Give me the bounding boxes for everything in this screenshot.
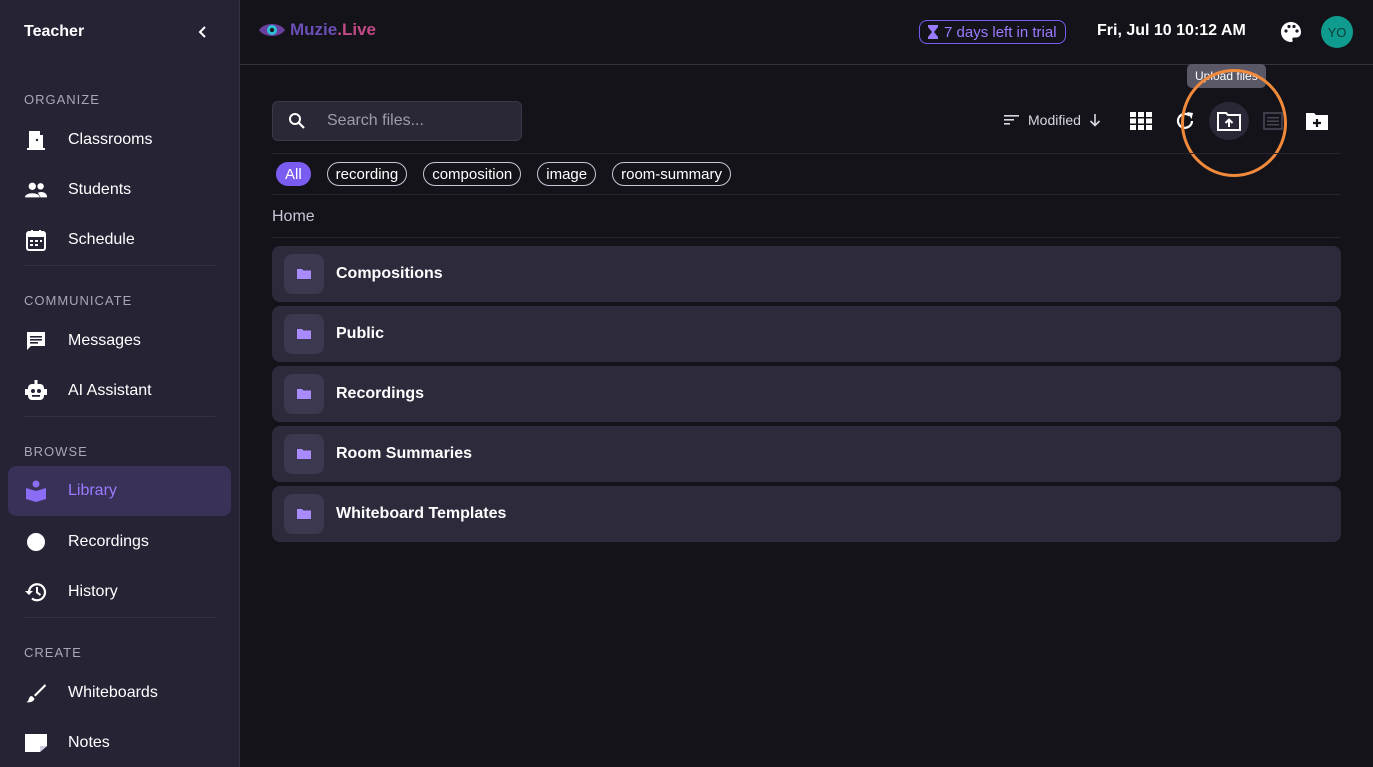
chevron-left-icon	[198, 26, 206, 38]
breadcrumb[interactable]: Home	[272, 208, 315, 226]
folder-row[interactable]: Whiteboard Templates	[272, 486, 1341, 542]
filter-chips: All recording composition image room-sum…	[276, 162, 731, 186]
note-icon	[24, 731, 48, 755]
sidebar-item-notes[interactable]: Notes	[0, 718, 239, 767]
upload-tooltip: Upload files	[1187, 64, 1266, 88]
history-icon	[24, 580, 48, 604]
folder-name: Public	[336, 325, 385, 342]
sort-label: Modified	[1028, 112, 1081, 128]
sort-button[interactable]: Modified	[1004, 112, 1101, 128]
sidebar-item-classrooms[interactable]: Classrooms	[0, 115, 239, 165]
section-browse: BROWSE	[24, 444, 88, 459]
sidebar-item-library[interactable]: Library	[8, 466, 231, 516]
section-organize: ORGANIZE	[24, 92, 100, 107]
section-create: CREATE	[24, 645, 82, 660]
sidebar-item-label: Recordings	[68, 533, 149, 550]
new-folder-button[interactable]	[1304, 108, 1330, 134]
folder-name: Recordings	[336, 385, 425, 402]
sidebar-item-students[interactable]: Students	[0, 165, 239, 215]
folder-row[interactable]: Room Summaries	[272, 426, 1341, 482]
trial-text: 7 days left in trial	[944, 23, 1057, 41]
sidebar-item-label: Whiteboards	[68, 684, 158, 701]
people-icon	[24, 178, 48, 202]
grid-view-button[interactable]	[1128, 108, 1154, 134]
folder-row[interactable]: Compositions	[272, 246, 1341, 302]
divider	[272, 237, 1341, 238]
sidebar-item-label: Schedule	[68, 231, 135, 248]
calendar-icon	[24, 228, 48, 252]
sidebar-item-messages[interactable]: Messages	[0, 316, 239, 366]
folder-name: Whiteboard Templates	[336, 505, 507, 522]
sidebar-item-schedule[interactable]: Schedule	[0, 215, 239, 265]
sidebar-item-recordings[interactable]: Recordings	[0, 517, 239, 567]
search-icon	[289, 113, 305, 129]
list-icon	[1263, 112, 1283, 130]
search-input[interactable]	[327, 112, 507, 130]
section-communicate: COMMUNICATE	[24, 293, 133, 308]
divider	[272, 194, 1341, 195]
message-icon	[24, 329, 48, 353]
grid-icon	[1130, 112, 1152, 130]
filter-chip-recording[interactable]: recording	[326, 162, 408, 186]
filter-chip-composition[interactable]: composition	[423, 162, 522, 186]
folder-icon	[284, 374, 324, 414]
folder-add-icon	[1306, 113, 1328, 130]
door-icon	[24, 128, 48, 152]
sidebar-item-label: AI Assistant	[68, 382, 152, 399]
refresh-icon	[1176, 112, 1194, 129]
sidebar-item-label: Messages	[68, 332, 141, 349]
logo-text-secondary: .Live	[337, 20, 376, 39]
sidebar-title: Teacher	[24, 23, 85, 40]
sidebar-item-history[interactable]: History	[0, 567, 239, 617]
sidebar-item-label: Library	[68, 482, 117, 499]
upload-files-button[interactable]	[1216, 108, 1242, 134]
trial-badge[interactable]: 7 days left in trial	[919, 20, 1066, 44]
sidebar-item-label: Notes	[68, 734, 110, 751]
avatar[interactable]: YO	[1321, 16, 1353, 48]
date-time: Fri, Jul 10 10:12 AM	[1097, 22, 1246, 39]
app-logo[interactable]: Muzie .Live	[258, 20, 376, 40]
sidebar-item-label: History	[68, 583, 118, 600]
folder-row[interactable]: Public	[272, 306, 1341, 362]
theme-palette-button[interactable]	[1280, 21, 1302, 43]
sidebar: Teacher ORGANIZE Classrooms Students Sch…	[0, 0, 240, 767]
divider	[272, 153, 1341, 154]
folder-icon	[284, 434, 324, 474]
refresh-button[interactable]	[1172, 108, 1198, 134]
sidebar-item-whiteboards[interactable]: Whiteboards	[0, 668, 239, 718]
arrow-down-icon	[1089, 114, 1100, 127]
folder-row[interactable]: Recordings	[272, 366, 1341, 422]
filter-chip-all[interactable]: All	[276, 162, 311, 186]
folder-icon	[284, 494, 324, 534]
sidebar-header: Teacher	[0, 0, 239, 64]
hourglass-icon	[928, 25, 938, 39]
sidebar-item-label: Classrooms	[68, 131, 153, 148]
library-icon	[24, 479, 48, 503]
list-view-button[interactable]	[1260, 108, 1286, 134]
sidebar-item-label: Students	[68, 181, 132, 198]
eye-logo-icon	[259, 24, 285, 36]
folder-icon	[284, 254, 324, 294]
folder-name: Room Summaries	[336, 445, 473, 462]
folder-upload-icon	[1217, 112, 1241, 131]
sort-icon	[1004, 115, 1019, 125]
top-bar: Muzie .Live 7 days left in trial Fri, Jul…	[240, 0, 1373, 65]
palette-icon	[1281, 22, 1301, 42]
logo-text-primary: Muzie	[290, 20, 338, 39]
folder-icon	[284, 314, 324, 354]
brush-icon	[24, 681, 48, 705]
robot-icon	[24, 379, 48, 403]
folder-name: Compositions	[336, 265, 443, 282]
filter-chip-room-summary[interactable]: room-summary	[612, 162, 731, 186]
collapse-sidebar-button[interactable]	[191, 20, 215, 44]
sidebar-item-ai-assistant[interactable]: AI Assistant	[0, 366, 239, 416]
filter-chip-image[interactable]: image	[537, 162, 597, 186]
record-icon	[24, 530, 48, 554]
folder-list: Compositions Public Recordings Room Summ…	[272, 246, 1341, 546]
search-box	[272, 101, 522, 141]
